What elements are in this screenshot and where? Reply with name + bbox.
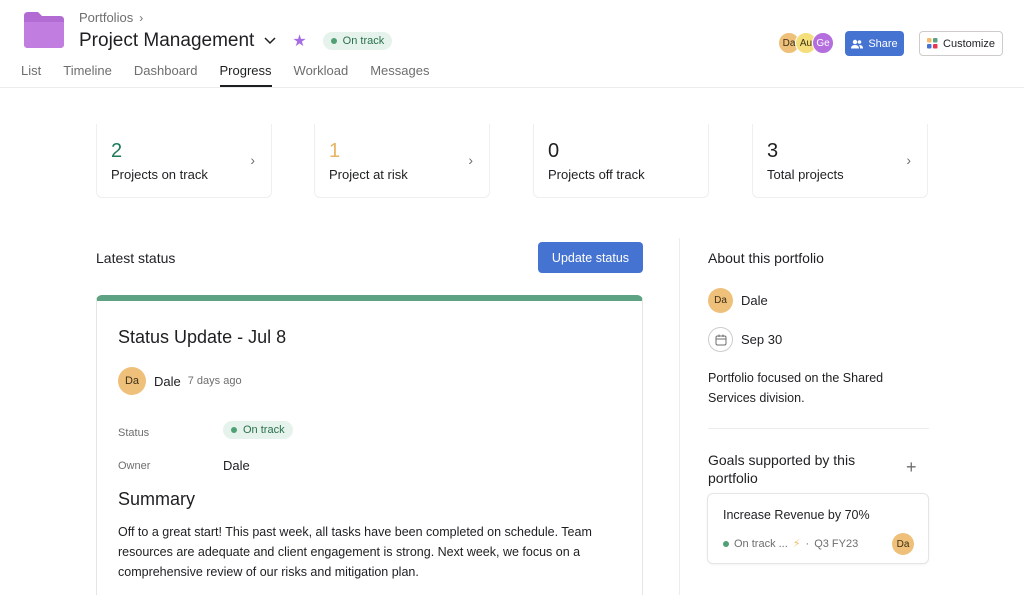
stat-label: Projects on track: [111, 167, 208, 182]
add-goal-icon[interactable]: +: [906, 458, 917, 476]
tab-list[interactable]: List: [21, 63, 41, 87]
avatar[interactable]: Da: [892, 533, 914, 555]
tab-messages[interactable]: Messages: [370, 63, 429, 87]
author-name[interactable]: Dale: [154, 374, 181, 389]
tab-timeline[interactable]: Timeline: [63, 63, 112, 87]
chevron-right-icon: ›: [468, 152, 473, 168]
status-dot-icon: [231, 427, 237, 433]
goal-card[interactable]: Increase Revenue by 70% On track ... ⚡ ·…: [707, 493, 929, 564]
stat-label: Total projects: [767, 167, 844, 182]
status-dot-icon: [330, 38, 337, 44]
page-header: Portfolios › Project Management ★ On tra…: [0, 0, 1024, 88]
favorite-star-icon[interactable]: ★: [292, 31, 306, 51]
status-field-label: Status: [118, 427, 150, 439]
status-dot-icon: [723, 540, 729, 547]
share-button-label: Share: [868, 37, 898, 50]
member-avatars[interactable]: Da Au Ge: [778, 32, 834, 54]
latest-status-heading: Latest status: [96, 250, 176, 266]
chevron-right-icon: ›: [250, 152, 255, 168]
goal-meta: On track ... ⚡ · Q3 FY23: [723, 537, 858, 550]
people-icon: [851, 39, 864, 48]
about-portfolio-heading: About this portfolio: [708, 250, 824, 266]
status-field-badge[interactable]: On track: [223, 421, 293, 439]
share-button[interactable]: Share: [845, 31, 904, 56]
stat-label: Projects off track: [548, 167, 645, 182]
status-update-card: Status Update - Jul 8 Da Dale 7 days ago…: [96, 295, 643, 595]
summary-text: Off to a great start! This past week, al…: [118, 525, 592, 579]
status-field-value: On track: [243, 424, 285, 436]
chevron-down-icon[interactable]: [264, 34, 278, 48]
tab-bar: List Timeline Dashboard Progress Workloa…: [21, 63, 451, 87]
stat-card-at-risk[interactable]: 1 Project at risk ›: [314, 124, 490, 198]
tab-workload[interactable]: Workload: [294, 63, 349, 87]
stat-value: 2: [111, 140, 123, 162]
avatar[interactable]: Da: [708, 288, 733, 313]
portfolio-folder-icon: [24, 12, 64, 48]
summary-heading: Summary: [118, 489, 196, 509]
stat-card-off-track: 0 Projects off track: [533, 124, 709, 198]
tab-progress[interactable]: Progress: [219, 63, 272, 87]
owner-field-value[interactable]: Dale: [223, 458, 250, 473]
breadcrumb-portfolios[interactable]: Portfolios: [79, 10, 133, 25]
status-badge[interactable]: On track: [322, 32, 393, 50]
customize-grid-icon: [927, 38, 938, 49]
avatar[interactable]: Da: [118, 367, 146, 395]
avatar[interactable]: Ge: [812, 32, 834, 54]
stat-value: 1: [329, 140, 341, 162]
separator-dot: ·: [805, 537, 810, 550]
status-update-title: Status Update - Jul 8: [118, 327, 287, 347]
panel-divider: [679, 238, 680, 595]
goal-status: On track ...: [734, 537, 788, 550]
customize-button-label: Customize: [943, 37, 995, 50]
goals-heading: Goals supported by this portfolio: [708, 452, 856, 486]
portfolio-owner-name: Dale: [741, 293, 768, 308]
status-update-author: Da Dale 7 days ago: [118, 367, 242, 395]
owner-field-label: Owner: [118, 460, 151, 472]
goal-name: Increase Revenue by 70%: [723, 508, 870, 522]
portfolio-owner[interactable]: Da Dale: [708, 288, 768, 313]
due-date-value: Sep 30: [741, 332, 783, 347]
lightning-icon: ⚡: [792, 538, 801, 550]
stat-card-total[interactable]: 3 Total projects ›: [752, 124, 928, 198]
page-title: Project Management: [79, 30, 255, 51]
stat-value: 0: [548, 140, 560, 162]
timestamp: 7 days ago: [187, 375, 242, 387]
stat-card-on-track[interactable]: 2 Projects on track ›: [96, 124, 272, 198]
tab-dashboard[interactable]: Dashboard: [134, 63, 198, 87]
portfolio-due-date[interactable]: Sep 30: [708, 327, 782, 352]
breadcrumb[interactable]: Portfolios ›: [79, 10, 143, 25]
section-divider: [708, 428, 929, 429]
customize-button[interactable]: Customize: [919, 31, 1003, 56]
stat-value: 3: [767, 140, 779, 162]
chevron-right-icon: ›: [139, 10, 144, 25]
portfolio-description: Portfolio focused on the Shared Services…: [708, 371, 884, 405]
calendar-icon: [708, 327, 733, 352]
update-status-button[interactable]: Update status: [538, 242, 643, 273]
chevron-right-icon: ›: [906, 152, 911, 168]
goal-period: Q3 FY23: [814, 537, 859, 550]
status-badge-label: On track: [342, 35, 385, 47]
stat-label: Project at risk: [329, 167, 408, 182]
